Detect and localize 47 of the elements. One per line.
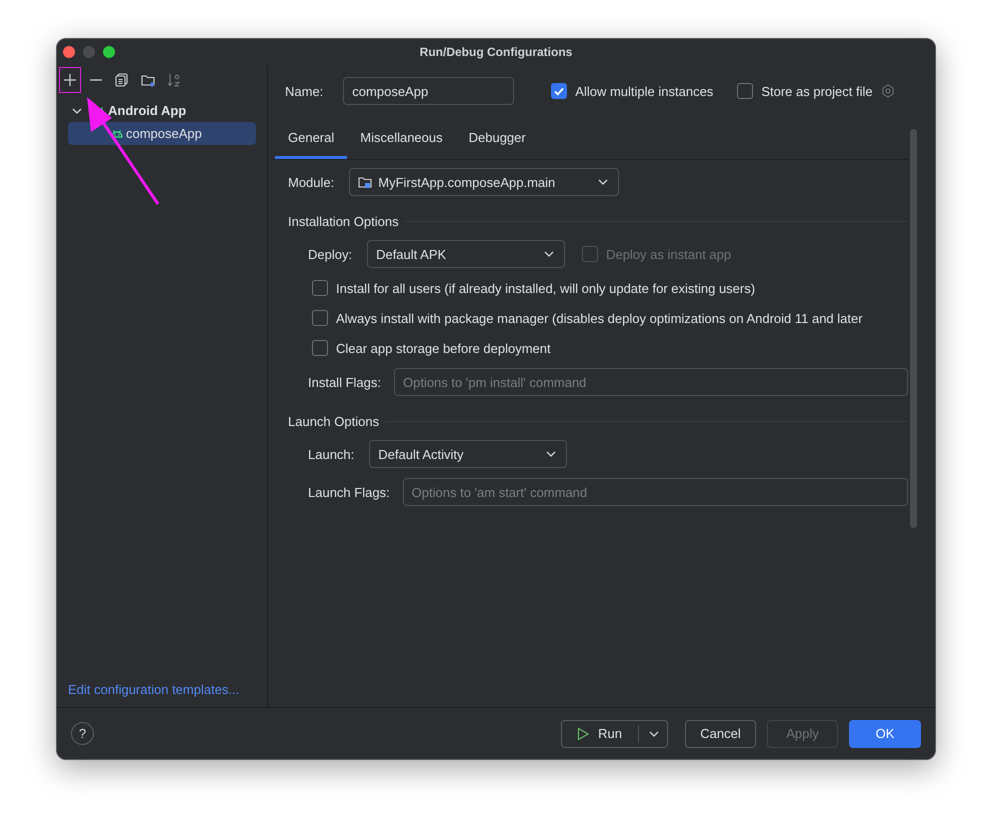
dialog-button[interactable]: Cancel <box>685 720 756 748</box>
checkbox-label: Allow multiple instances <box>575 84 714 98</box>
field-label: Launch: <box>308 446 354 462</box>
scrollbar-thumb[interactable] <box>910 129 917 528</box>
folder-icon <box>358 175 372 189</box>
section-title: Installation Options <box>288 214 399 228</box>
checkbox-label: Deploy as instant app <box>606 246 732 262</box>
sort-icon <box>167 73 181 87</box>
checkbox-label: Always install with package manager (disables deploy optimizations on Android 11 and later <box>336 310 863 326</box>
checkbox-label: Store as project file <box>761 84 873 98</box>
dropdown[interactable]: Default APK <box>367 240 566 268</box>
checkbox[interactable] <box>551 83 568 99</box>
field-label: Deploy: <box>308 246 352 262</box>
flags-field[interactable]: Options to 'pm install' command <box>394 368 908 396</box>
checkmark-icon <box>553 85 566 97</box>
dropdown[interactable]: Default Activity <box>369 440 568 468</box>
edit-templates-link[interactable]: Edit configuration templates... <box>57 682 267 697</box>
checkbox[interactable] <box>312 310 328 326</box>
flags-field[interactable]: Options to 'am start' command <box>402 478 908 506</box>
checkbox[interactable] <box>312 340 328 356</box>
plus-button[interactable] <box>59 67 81 93</box>
folder-plus-icon <box>141 73 155 87</box>
copy-icon <box>115 73 129 87</box>
run-button[interactable]: Run <box>561 720 668 748</box>
field-label: Install Flags: <box>308 374 381 390</box>
window-control-button[interactable] <box>103 46 115 58</box>
checkbox[interactable] <box>312 280 328 296</box>
module-dropdown[interactable]: MyFirstApp.composeApp.main <box>349 168 620 196</box>
tree-item[interactable]: composeApp <box>68 122 256 145</box>
checkbox[interactable] <box>737 83 754 99</box>
checkbox-label: Install for all users (if already installed, will only update for existing users) <box>336 280 756 296</box>
module-label: Module: <box>288 174 334 190</box>
dialog-button[interactable]: OK <box>849 720 921 748</box>
name-field[interactable]: composeApp <box>343 77 514 105</box>
field-label: Launch Flags: <box>308 484 390 500</box>
help-button[interactable]: ? <box>71 722 94 745</box>
section-title: Launch Options <box>288 414 380 428</box>
gear-icon <box>880 84 895 98</box>
checkbox-label: Clear app storage before deployment <box>336 340 551 356</box>
play-icon <box>576 726 590 740</box>
plus-icon <box>63 73 77 87</box>
tab[interactable]: Debugger <box>456 119 539 159</box>
name-label: Name: <box>285 84 324 98</box>
window-title: Run/Debug Configurations <box>420 45 572 59</box>
window-control-button[interactable] <box>63 46 75 58</box>
tab[interactable]: Miscellaneous <box>347 119 456 159</box>
tab[interactable]: General <box>275 119 348 159</box>
